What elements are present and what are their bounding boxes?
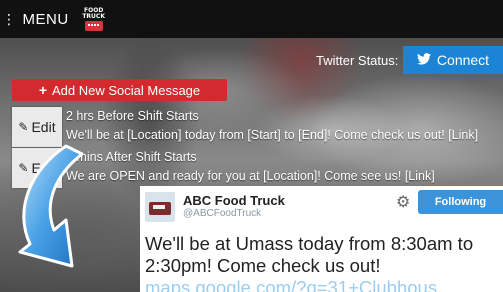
message-text: 2 hrs Before Shift Starts We'll be at [L… xyxy=(66,108,478,144)
gear-icon[interactable]: ⚙ xyxy=(396,192,410,212)
tweet-account-name: ABC Food Truck xyxy=(183,193,285,208)
tweet-link[interactable]: maps.google.com/?q=31+Clubhous... xyxy=(145,277,501,292)
plus-icon: + xyxy=(38,82,48,98)
pencil-icon: ✎ xyxy=(18,120,29,134)
menu-label: MENU xyxy=(22,10,69,28)
twitter-bird-icon xyxy=(416,52,431,68)
add-social-message-button[interactable]: + Add New Social Message xyxy=(12,79,227,101)
truck-icon xyxy=(84,20,103,31)
menu-button[interactable]: ⋮ MENU xyxy=(2,11,69,28)
curved-arrow-icon xyxy=(18,144,84,268)
twitter-status-label: Twitter Status: xyxy=(316,53,399,68)
tweet-body: We'll be at Umass today from 8:30am to 2… xyxy=(145,233,501,292)
logo-line2: TRUCK xyxy=(82,12,105,20)
following-button[interactable]: Following xyxy=(418,190,503,214)
add-button-label: Add New Social Message xyxy=(52,82,201,98)
message-timing: 2 hrs Before Shift Starts xyxy=(66,109,199,123)
connect-label: Connect xyxy=(436,52,490,68)
edit-label: Edit xyxy=(31,119,56,135)
tweet-handle: @ABCFoodTruck xyxy=(183,208,262,219)
twitter-connect-button[interactable]: Connect xyxy=(403,46,503,74)
menu-dots-icon: ⋮ xyxy=(2,11,17,27)
food-truck-logo[interactable]: FOOD TRUCK xyxy=(81,3,107,35)
tweet-text: We'll be at Umass today from 8:30am to 2… xyxy=(145,233,474,276)
top-bar: ⋮ MENU FOOD TRUCK xyxy=(0,0,503,38)
tweet-preview-card: ABC Food Truck @ABCFoodTruck ⚙ Following… xyxy=(140,186,503,292)
